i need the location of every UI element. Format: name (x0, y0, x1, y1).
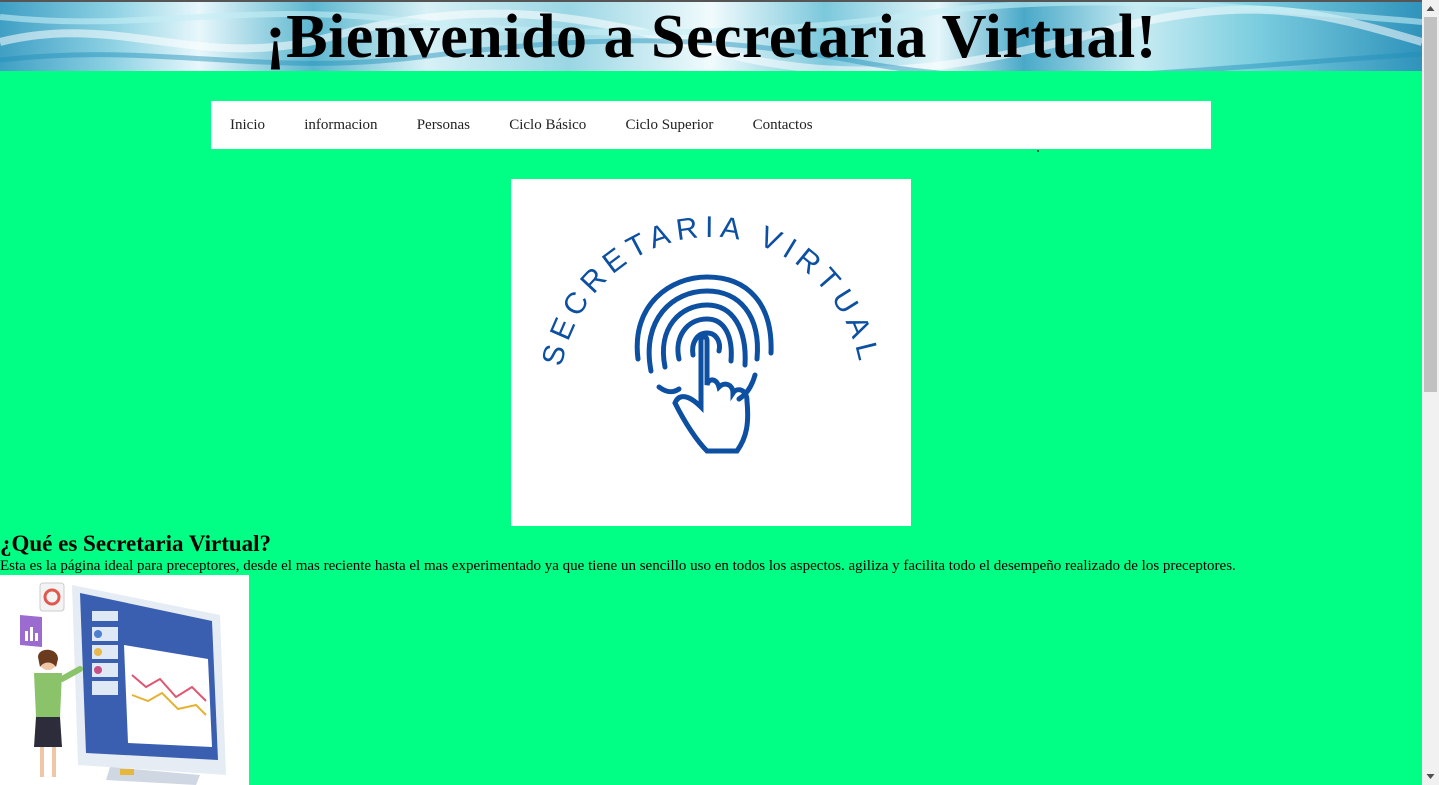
nav-item-ciclo-superior[interactable]: Ciclo Superior (606, 117, 733, 134)
analytics-illustration (20, 582, 226, 785)
dashboard-illustration (0, 575, 249, 785)
nav-item-informacion[interactable]: informacion (285, 117, 398, 134)
nav-item-personas[interactable]: Personas (397, 117, 490, 134)
section-title: ¿Qué es Secretaria Virtual? (0, 531, 272, 556)
nav-item-ciclo-basico[interactable]: Ciclo Básico (490, 117, 606, 134)
section-description: Esta es la página ideal para preceptores… (0, 558, 1236, 574)
top-rule (0, 0, 1422, 2)
nav-item-inicio[interactable]: Inicio (211, 117, 285, 134)
scrollbar-thumb[interactable] (1424, 17, 1437, 392)
nav-item-contactos[interactable]: Contactos (733, 117, 832, 134)
scroll-up-arrow-icon[interactable] (1422, 0, 1439, 17)
page-title: ¡Bienvenido a Secretaria Virtual! (265, 3, 1157, 71)
secretaria-virtual-logo: SECRETARIA VIRTUAL (536, 211, 880, 454)
header-banner: ¡Bienvenido a Secretaria Virtual! (0, 2, 1422, 71)
vertical-scrollbar[interactable] (1422, 0, 1439, 785)
scroll-down-arrow-icon[interactable] (1422, 768, 1439, 785)
fingerprint-hand-icon (634, 274, 774, 454)
logo-image: SECRETARIA VIRTUAL (511, 179, 911, 526)
page: ¡Bienvenido a Secretaria Virtual! Inicio… (0, 0, 1422, 785)
main-nav: Inicio informacion Personas Ciclo Básico… (211, 101, 1211, 149)
stray-dot (1037, 150, 1039, 152)
